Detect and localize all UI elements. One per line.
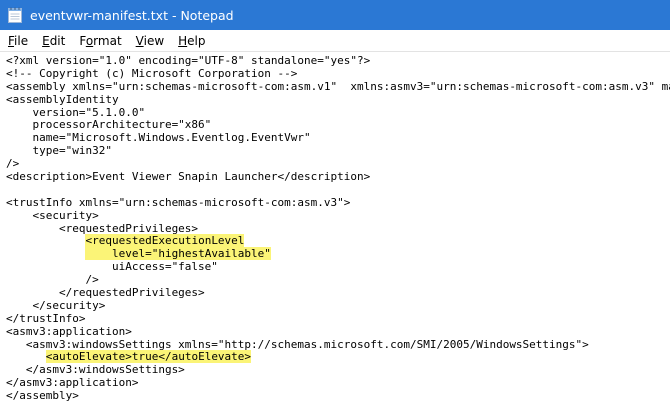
menu-view-rest: iew [143,33,165,48]
line-text [6,234,85,247]
notepad-window: eventvwr-manifest.txt - Notepad File Edi… [0,0,670,410]
menu-edit[interactable]: Edit [35,31,72,51]
notepad-icon[interactable] [7,7,22,24]
line-text: <trustInfo xmlns="urn:schemas-microsoft-… [6,195,351,209]
text-line: </asmv3:application> [6,376,670,390]
menu-edit-rest: dit [49,33,66,48]
menu-format[interactable]: Format [72,31,128,51]
line-text: <asmv3:windowsSettings xmlns="http://sch… [6,337,589,351]
text-line: uiAccess="false" [6,260,670,274]
text-editor-area[interactable]: <?xml version="1.0" encoding="UTF-8" sta… [0,52,670,410]
line-text: </requestedPrivileges> [6,286,205,300]
text-line: type="win32" [6,144,670,158]
menu-file[interactable]: File [0,31,35,51]
line-text: <!-- Copyright (c) Microsoft Corporation… [6,66,298,80]
highlighted-text: <requestedExecutionLevel [85,234,245,248]
menu-help[interactable]: Help [171,31,212,51]
window-title: eventvwr-manifest.txt - Notepad [30,7,234,23]
line-text: <asmv3:application> [6,324,132,338]
line-text: <requestedPrivileges> [6,221,199,235]
menu-help-accel: H [178,33,188,48]
text-line: </assembly> [6,389,670,403]
menu-file-rest: ile [14,33,29,48]
document-text[interactable]: <?xml version="1.0" encoding="UTF-8" sta… [0,52,670,403]
line-text: uiAccess="false" [6,260,218,274]
line-text: <description>Event Viewer Snapin Launche… [6,170,371,184]
text-line: <description>Event Viewer Snapin Launche… [6,170,670,184]
line-text: <?xml version="1.0" encoding="UTF-8" sta… [6,54,371,67]
highlighted-text: <autoElevate>true</autoElevate> [45,350,252,364]
highlighted-text: level="highestAvailable" [85,247,271,261]
line-text: type="win32" [6,144,112,158]
menu-edit-accel: E [42,33,50,48]
text-line: <trustInfo xmlns="urn:schemas-microsoft-… [6,195,670,210]
text-line: </requestedPrivileges> [6,286,670,300]
line-text: </asmv3:windowsSettings> [6,363,185,377]
text-line: </security> [6,298,670,313]
line-text: </trustInfo> [6,311,86,325]
line-text: </asmv3:application> [6,376,139,390]
line-text: processorArchitecture="x86" [6,118,212,132]
line-text: </assembly> [6,389,79,403]
title-bar[interactable]: eventvwr-manifest.txt - Notepad [0,0,670,30]
line-text [6,350,46,363]
menu-format-rest: rmat [93,33,122,48]
line-text: <security> [6,208,99,222]
line-text: /> [6,157,20,171]
menu-help-rest: elp [187,33,206,48]
line-text: <assembly xmlns="urn:schemas-microsoft-c… [6,79,670,93]
menu-view-accel: V [135,33,144,48]
menu-view[interactable]: View [129,31,171,51]
line-text: name="Microsoft.Windows.Eventlog.EventVw… [6,131,311,145]
menu-bar: File Edit Format View Help [0,30,670,52]
line-text [6,247,85,260]
line-text: <assemblyIdentity [6,92,119,106]
line-text: /> [6,273,99,287]
line-text: </security> [6,298,106,312]
line-text: version="5.1.0.0" [6,105,146,119]
